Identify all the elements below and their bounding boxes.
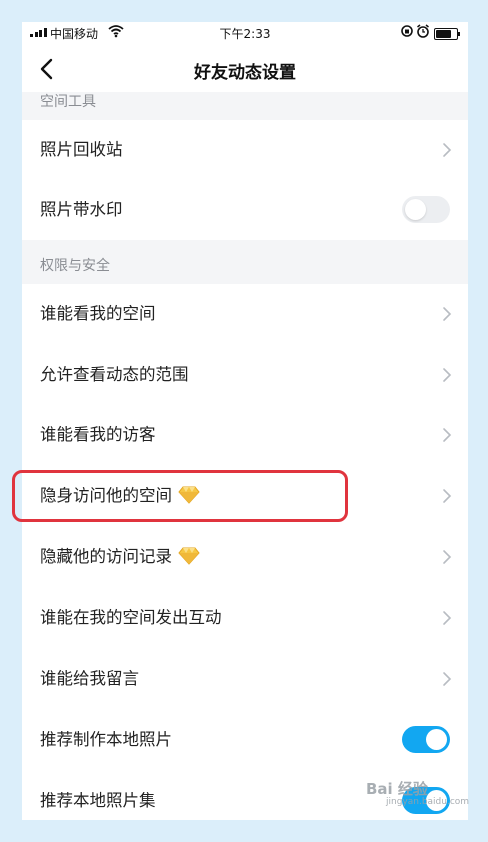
row-hide-visit-record[interactable]: 隐藏他的访问记录 xyxy=(22,527,468,587)
battery-icon xyxy=(434,28,460,40)
chevron-right-icon xyxy=(443,428,452,442)
row-label: 照片回收站 xyxy=(40,140,123,159)
chevron-right-icon xyxy=(443,307,452,321)
chevron-right-icon xyxy=(443,672,452,686)
diamond-icon xyxy=(178,547,200,565)
row-label: 照片带水印 xyxy=(40,200,123,219)
row-feed-visibility-range[interactable]: 允许查看动态的范围 xyxy=(22,345,468,405)
chevron-right-icon xyxy=(443,368,452,382)
baidu-watermark: Bai 经验 jingyan.baidu.com xyxy=(366,780,470,807)
chevron-right-icon xyxy=(443,143,452,157)
recommend-local-photo-toggle[interactable] xyxy=(402,726,450,753)
row-label: 推荐制作本地照片 xyxy=(40,730,172,749)
section-header-privacy-security: 权限与安全 xyxy=(22,240,468,284)
row-label: 允许查看动态的范围 xyxy=(40,365,189,384)
row-photo-recycle-bin[interactable]: 照片回收站 xyxy=(22,120,468,180)
row-label: 推荐本地照片集 xyxy=(40,791,156,810)
row-label: 谁能看我的访客 xyxy=(40,425,156,444)
chevron-right-icon xyxy=(443,550,452,564)
row-label: 谁能在我的空间发出互动 xyxy=(40,608,222,627)
nav-bar: 好友动态设置 xyxy=(22,46,468,92)
row-who-can-interact[interactable]: 谁能在我的空间发出互动 xyxy=(22,588,468,648)
row-label: 谁能给我留言 xyxy=(40,669,139,688)
row-label: 谁能看我的空间 xyxy=(40,304,156,323)
row-recommend-local-photo: 推荐制作本地照片 xyxy=(22,710,468,770)
watermark-toggle[interactable] xyxy=(402,196,450,223)
phone-screen: 中国移动 下午2:33 好友动态设置 空间工具 照片回收站 照片带水印 权限与安… xyxy=(22,22,468,820)
section-header-space-tools: 空间工具 xyxy=(22,92,468,120)
chevron-right-icon xyxy=(443,489,452,503)
row-who-can-see-my-visitors[interactable]: 谁能看我的访客 xyxy=(22,405,468,465)
row-who-can-see-my-space[interactable]: 谁能看我的空间 xyxy=(22,284,468,344)
alarm-icon xyxy=(417,24,429,38)
row-photo-watermark: 照片带水印 xyxy=(22,180,468,240)
status-bar: 中国移动 下午2:33 xyxy=(22,22,468,44)
chevron-right-icon xyxy=(443,611,452,625)
page-title: 好友动态设置 xyxy=(194,63,296,83)
rotation-lock-icon xyxy=(401,25,413,37)
highlight-box xyxy=(12,470,348,522)
row-label: 隐藏他的访问记录 xyxy=(40,527,200,587)
row-who-can-leave-message[interactable]: 谁能给我留言 xyxy=(22,649,468,709)
